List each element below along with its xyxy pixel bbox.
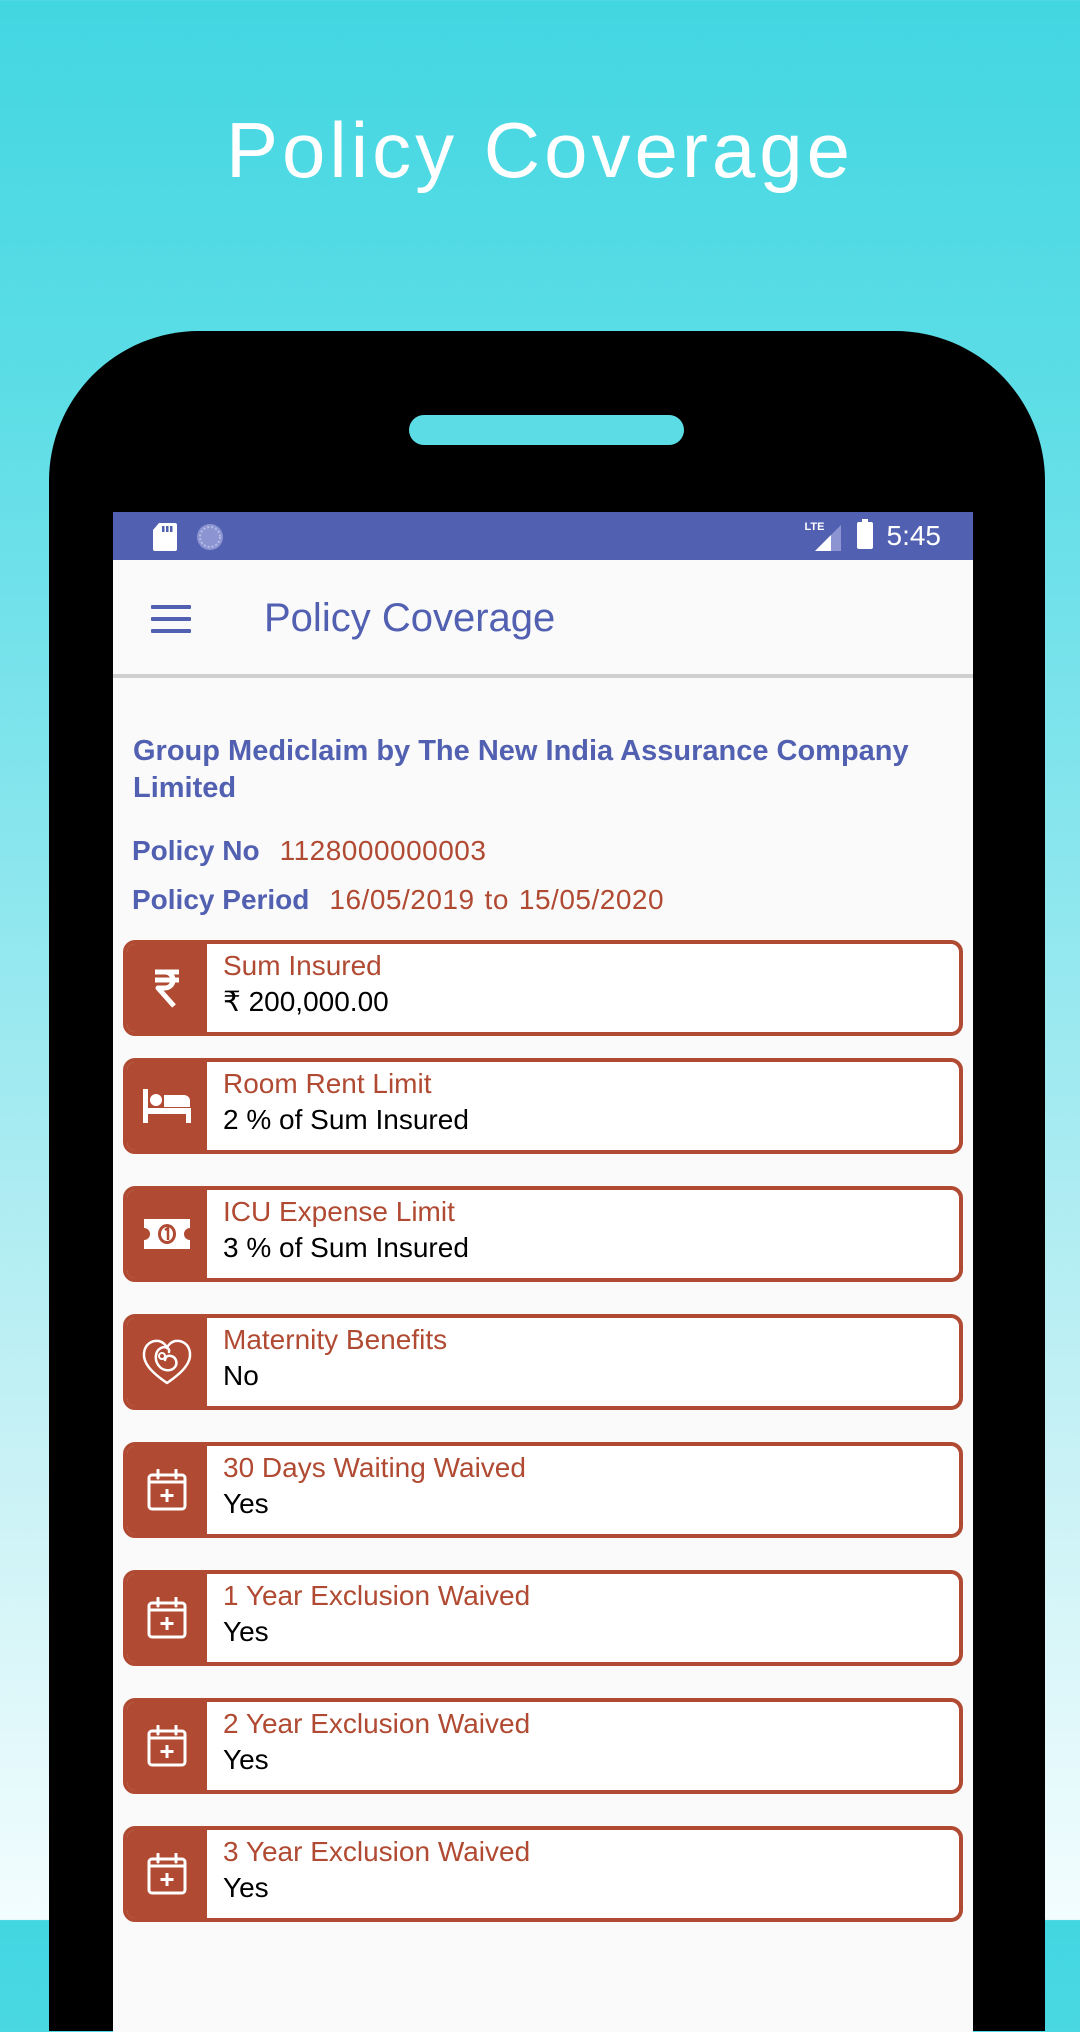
coverage-card-sum-insured[interactable]: Sum Insured ₹ 200,000.00 — [123, 940, 963, 1036]
coverage-label: ICU Expense Limit — [223, 1196, 455, 1227]
lte-signal-icon: LTE — [805, 519, 843, 553]
calendar-plus-icon — [127, 1446, 207, 1534]
battery-icon — [856, 518, 873, 554]
policy-period-value: 16/05/2019 to 15/05/2020 — [329, 884, 664, 916]
period-start: 16/05/2019 — [329, 884, 475, 915]
coverage-label: 30 Days Waiting Waived — [223, 1452, 526, 1483]
coverage-card-1-year-exclusion[interactable]: 1 Year Exclusion Waived Yes — [123, 1570, 963, 1666]
policy-number-value: 1128000000003 — [279, 835, 487, 866]
phone-speaker — [409, 415, 684, 445]
coverage-label: 3 Year Exclusion Waived — [223, 1836, 531, 1867]
bed-icon — [127, 1062, 207, 1150]
coverage-value: 2 % of Sum Insured — [223, 1104, 469, 1135]
period-to: to — [484, 884, 509, 915]
coverage-label: Maternity Benefits — [223, 1324, 448, 1355]
calendar-plus-icon — [127, 1702, 207, 1790]
status-bar: LTE 5:45 — [113, 512, 973, 560]
coverage-value: ₹ 200,000.00 — [223, 986, 389, 1017]
coverage-label: 1 Year Exclusion Waived — [223, 1580, 531, 1611]
policy-number-row: Policy No 1128000000003 — [132, 835, 486, 867]
coverage-label: 2 Year Exclusion Waived — [223, 1708, 531, 1739]
coverage-label: Sum Insured — [223, 950, 382, 981]
period-end: 15/05/2020 — [518, 884, 665, 915]
sync-icon — [195, 522, 225, 557]
coverage-card-3-year-exclusion[interactable]: 3 Year Exclusion Waived Yes — [123, 1826, 963, 1922]
maternity-heart-icon — [127, 1318, 207, 1406]
money-bill-icon — [127, 1190, 207, 1278]
coverage-card-icu-expense[interactable]: ICU Expense Limit 3 % of Sum Insured — [123, 1186, 963, 1282]
phone-screen: LTE 5:45 Policy Coverage Group Mediclaim… — [113, 512, 973, 2032]
calendar-plus-icon — [127, 1830, 207, 1918]
coverage-value: 3 % of Sum Insured — [223, 1232, 469, 1263]
coverage-value: Yes — [223, 1872, 269, 1903]
policy-period-row: Policy Period 16/05/2019 to 15/05/2020 — [132, 884, 664, 916]
coverage-card-30-days-waiting[interactable]: 30 Days Waiting Waived Yes — [123, 1442, 963, 1538]
company-name: Group Mediclaim by The New India Assuran… — [133, 735, 909, 804]
policy-period-label: Policy Period — [132, 884, 310, 915]
coverage-label: Room Rent Limit — [223, 1068, 432, 1099]
app-bar: Policy Coverage — [113, 560, 973, 678]
coverage-value: No — [223, 1360, 259, 1391]
app-bar-title: Policy Coverage — [264, 596, 556, 640]
coverage-card-room-rent[interactable]: Room Rent Limit 2 % of Sum Insured — [123, 1058, 963, 1154]
phone-frame: LTE 5:45 Policy Coverage Group Mediclaim… — [49, 331, 1045, 2032]
promo-title: Policy Coverage — [226, 106, 854, 194]
coverage-value: Yes — [223, 1616, 269, 1647]
coverage-value: Yes — [223, 1488, 269, 1519]
coverage-list: Sum Insured ₹ 200,000.00 Room Rent Limit… — [123, 940, 963, 1954]
coverage-value: Yes — [223, 1744, 269, 1775]
coverage-card-maternity[interactable]: Maternity Benefits No — [123, 1314, 963, 1410]
hamburger-menu-icon[interactable] — [151, 605, 191, 633]
policy-number-label: Policy No — [132, 835, 260, 866]
calendar-plus-icon — [127, 1574, 207, 1662]
sd-card-icon — [153, 523, 177, 556]
rupee-icon — [127, 944, 207, 1032]
status-time: 5:45 — [886, 520, 942, 551]
coverage-card-2-year-exclusion[interactable]: 2 Year Exclusion Waived Yes — [123, 1698, 963, 1794]
